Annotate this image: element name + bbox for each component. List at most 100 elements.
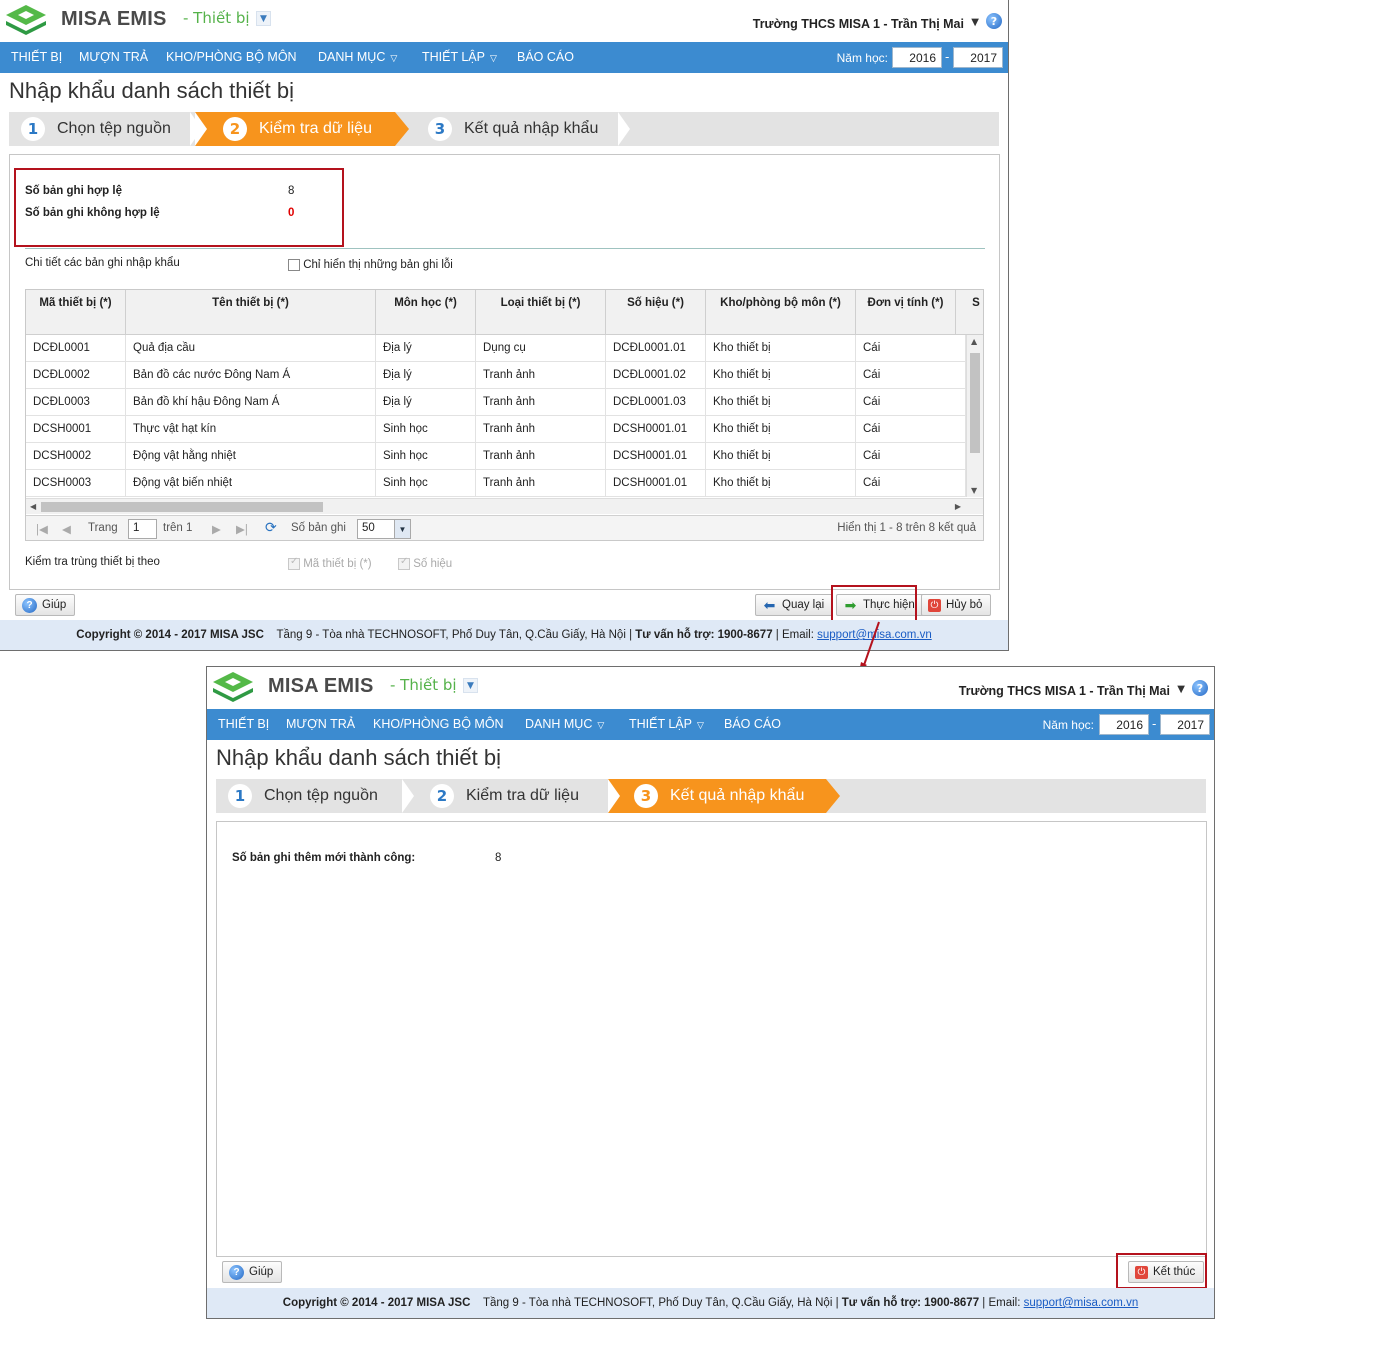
- table-row[interactable]: DCĐL0001 Quả địa cầu Địa lý Dụng cụ DCĐL0001…: [26, 335, 966, 362]
- step-label: Kết quả nhập khẩu: [670, 787, 805, 804]
- nav-muon-tra[interactable]: MƯỢN TRẢ: [286, 717, 355, 731]
- dup-by-serial-label: Số hiệu: [413, 558, 453, 571]
- last-page-icon[interactable]: ▶|: [236, 522, 248, 536]
- address: Tầng 9 - Tòa nhà TECHNOSOFT, Phố Duy Tân…: [276, 629, 633, 641]
- scroll-down-icon[interactable]: ▼: [971, 486, 977, 495]
- step-number: 3: [634, 784, 658, 808]
- nav-danh-muc[interactable]: DANH MỤC ▽: [525, 717, 604, 731]
- nav-danh-muc[interactable]: DANH MỤC ▽: [318, 50, 397, 64]
- user-menu-caret-icon[interactable]: ▼: [971, 17, 979, 28]
- horizontal-scrollbar[interactable]: ◀ ▶: [26, 498, 983, 514]
- nav-thiet-bi[interactable]: THIẾT BỊ: [218, 717, 269, 731]
- col-header[interactable]: S: [956, 290, 983, 334]
- table-cell: Tranh ảnh: [476, 389, 606, 416]
- nav-thiet-lap[interactable]: THIẾT LẬP ▽: [629, 717, 704, 731]
- main-navbar: THIẾT BỊ MƯỢN TRẢ KHO/PHÒNG BỘ MÔN DANH …: [207, 709, 1214, 740]
- page-title: Nhập khẩu danh sách thiết bị: [9, 78, 294, 103]
- nav-bao-cao[interactable]: BÁO CÁO: [724, 717, 781, 731]
- brand-name: MISA EMIS: [61, 8, 167, 30]
- col-header[interactable]: Mã thiết bị (*): [26, 290, 126, 334]
- table-cell: Động vật hằng nhiệt: [126, 443, 376, 470]
- table-cell: Thực vật hạt kín: [126, 416, 376, 443]
- module-name: - Thiết bị: [390, 676, 457, 694]
- back-button[interactable]: ⬅ Quay lại: [755, 594, 834, 616]
- wizard-steps: 1 Chọn tệp nguồn 2 Kiểm tra dữ liệu 3 Kế…: [216, 779, 1206, 813]
- scroll-left-icon[interactable]: ◀: [30, 502, 36, 511]
- step-number: 2: [223, 117, 247, 141]
- page-input[interactable]: 1: [128, 519, 157, 539]
- table-cell: Quả địa cầu: [126, 335, 376, 362]
- table-cell: Địa lý: [376, 389, 476, 416]
- scroll-right-icon[interactable]: ▶: [955, 502, 961, 511]
- nav-kho-phong[interactable]: KHO/PHÒNG BỘ MÔN: [373, 717, 504, 731]
- table-row[interactable]: DCĐL0002 Bản đồ các nước Đông Nam Á Địa lý…: [26, 362, 966, 389]
- help-icon[interactable]: ?: [986, 13, 1002, 29]
- email-label: | Email:: [775, 629, 814, 641]
- checkbox-icon[interactable]: [288, 259, 300, 271]
- table-cell: Động vật biến nhiệt: [126, 470, 376, 497]
- page-size-select[interactable]: 50 ▼: [357, 519, 411, 539]
- step-divider: [402, 779, 414, 813]
- table-cell: Cái: [856, 335, 966, 362]
- nav-thiet-lap-label: THIẾT LẬP: [629, 717, 692, 731]
- wizard-steps: 1 Chọn tệp nguồn 2 Kiểm tra dữ liệu 3 Kế…: [9, 112, 999, 146]
- table-row[interactable]: DCSH0003 Động vật biến nhiệt Sinh học Tranh…: [26, 470, 966, 497]
- dup-by-serial-checkbox[interactable]: Số hiệu: [398, 556, 453, 571]
- table-row[interactable]: DCSH0001 Thực vật hạt kín Sinh học Tranh ản…: [26, 416, 966, 443]
- table-cell: Cái: [856, 389, 966, 416]
- step-number: 3: [428, 117, 452, 141]
- year-to-input[interactable]: 2017: [1160, 714, 1210, 735]
- user-info[interactable]: Trường THCS MISA 1 - Trần Thị Mai: [959, 684, 1170, 698]
- checkbox-icon: [398, 556, 410, 570]
- module-dropdown-icon[interactable]: ▼: [463, 678, 478, 693]
- execute-highlight-box: [831, 585, 917, 622]
- year-from-input[interactable]: 2016: [1099, 714, 1149, 735]
- nav-bao-cao[interactable]: BÁO CÁO: [517, 50, 574, 64]
- only-errors-checkbox[interactable]: Chỉ hiển thị những bản ghi lỗi: [288, 259, 453, 271]
- col-header[interactable]: Kho/phòng bộ môn (*): [706, 290, 856, 334]
- prev-page-icon[interactable]: ◀: [62, 522, 71, 536]
- table-cell: DCĐL0001.01: [606, 335, 706, 362]
- scroll-up-icon[interactable]: ▲: [971, 337, 977, 346]
- col-header[interactable]: Tên thiết bị (*): [126, 290, 376, 334]
- back-button-label: Quay lại: [782, 599, 825, 611]
- step-3: 3 Kết quả nhập khẩu: [414, 112, 624, 146]
- success-records-value: 8: [495, 852, 502, 864]
- table-row[interactable]: DCSH0002 Động vật hằng nhiệt Sinh học Tranh…: [26, 443, 966, 470]
- year-from-input[interactable]: 2016: [892, 47, 942, 68]
- table-row[interactable]: DCĐL0003 Bản đồ khí hậu Đông Nam Á Địa lý T…: [26, 389, 966, 416]
- user-info[interactable]: Trường THCS MISA 1 - Trần Thị Mai: [753, 17, 964, 31]
- nav-thiet-lap[interactable]: THIẾT LẬP ▽: [422, 50, 497, 64]
- user-menu-caret-icon[interactable]: ▼: [1177, 684, 1185, 695]
- next-page-icon[interactable]: ▶: [212, 522, 221, 536]
- help-button[interactable]: ? Giúp: [15, 594, 76, 616]
- year-to-input[interactable]: 2017: [953, 47, 1003, 68]
- col-header[interactable]: Đơn vị tính (*): [856, 290, 956, 334]
- col-header[interactable]: Số hiệu (*): [606, 290, 706, 334]
- dup-by-code-checkbox[interactable]: Mã thiết bị (*): [288, 556, 372, 570]
- module-dropdown-icon[interactable]: ▼: [256, 11, 271, 26]
- dup-check-label: Kiểm tra trùng thiết bị theo: [25, 556, 160, 568]
- vertical-scrollbar[interactable]: ▲ ▼: [966, 335, 983, 497]
- step-arrow: [826, 779, 840, 813]
- school-year-label: Năm học:: [836, 51, 888, 65]
- nav-muon-tra[interactable]: MƯỢN TRẢ: [79, 50, 148, 64]
- first-page-icon[interactable]: |◀: [36, 522, 48, 536]
- refresh-icon[interactable]: ⟳: [265, 519, 277, 536]
- scroll-thumb[interactable]: [41, 502, 323, 512]
- email-link[interactable]: support@misa.com.vn: [1024, 1297, 1139, 1309]
- table-cell: Cái: [856, 416, 966, 443]
- col-header[interactable]: Loại thiết bị (*): [476, 290, 606, 334]
- table-cell: Kho thiết bị: [706, 389, 856, 416]
- col-header[interactable]: Môn học (*): [376, 290, 476, 334]
- copyright: Copyright © 2014 - 2017 MISA JSC: [76, 629, 264, 641]
- help-icon[interactable]: ?: [1192, 680, 1208, 696]
- help-button[interactable]: ? Giúp: [222, 1261, 283, 1283]
- chevron-down-icon[interactable]: ▼: [394, 520, 410, 538]
- table-cell: Kho thiết bị: [706, 416, 856, 443]
- scroll-thumb[interactable]: [970, 353, 980, 453]
- import-window-step3: MISA EMIS - Thiết bị ▼ Trường THCS MISA …: [206, 666, 1215, 1319]
- nav-kho-phong[interactable]: KHO/PHÒNG BỘ MÔN: [166, 50, 297, 64]
- cancel-button[interactable]: ⏻ Hủy bỏ: [921, 594, 992, 616]
- nav-thiet-bi[interactable]: THIẾT BỊ: [11, 50, 62, 64]
